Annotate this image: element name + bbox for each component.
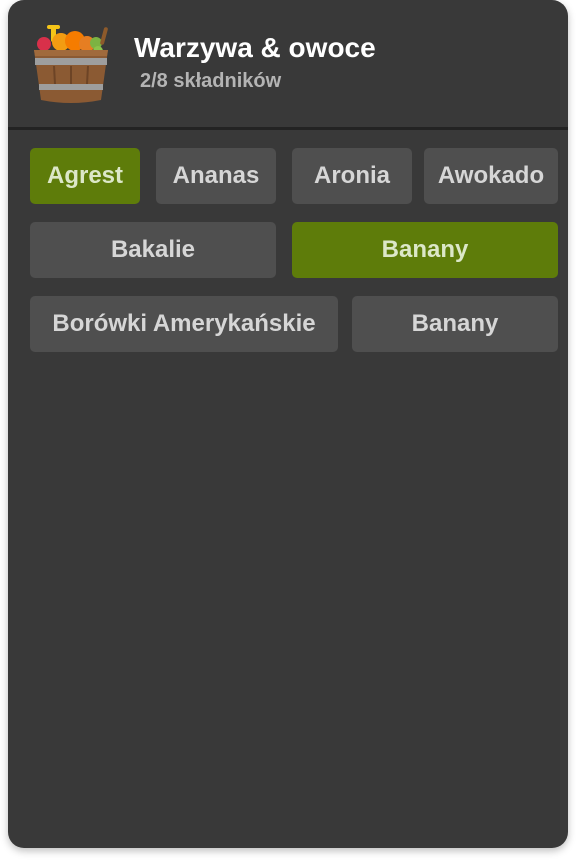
ingredient-count: 2/8 składników [140,70,282,92]
ingredient-chip-banany[interactable]: Banany [292,222,558,278]
ingredient-chip-bakalie[interactable]: Bakalie [30,222,276,278]
fruit-basket-icon [34,25,108,103]
ingredient-chip-awokado[interactable]: Awokado [424,148,558,204]
category-header: Warzywa & owoce 2/8 składników [8,0,568,128]
header-divider [8,127,568,130]
ingredient-chip-borowki-amerykanskie[interactable]: Borówki Amerykańskie [30,296,338,352]
ingredient-chip-aronia[interactable]: Aronia [292,148,412,204]
ingredient-chip-ananas[interactable]: Ananas [156,148,276,204]
ingredient-chip-banany-2[interactable]: Banany [352,296,558,352]
category-card: Warzywa & owoce 2/8 składników Agrest An… [8,0,568,848]
category-title: Warzywa & owoce [134,32,376,63]
ingredient-chip-agrest[interactable]: Agrest [30,148,140,204]
